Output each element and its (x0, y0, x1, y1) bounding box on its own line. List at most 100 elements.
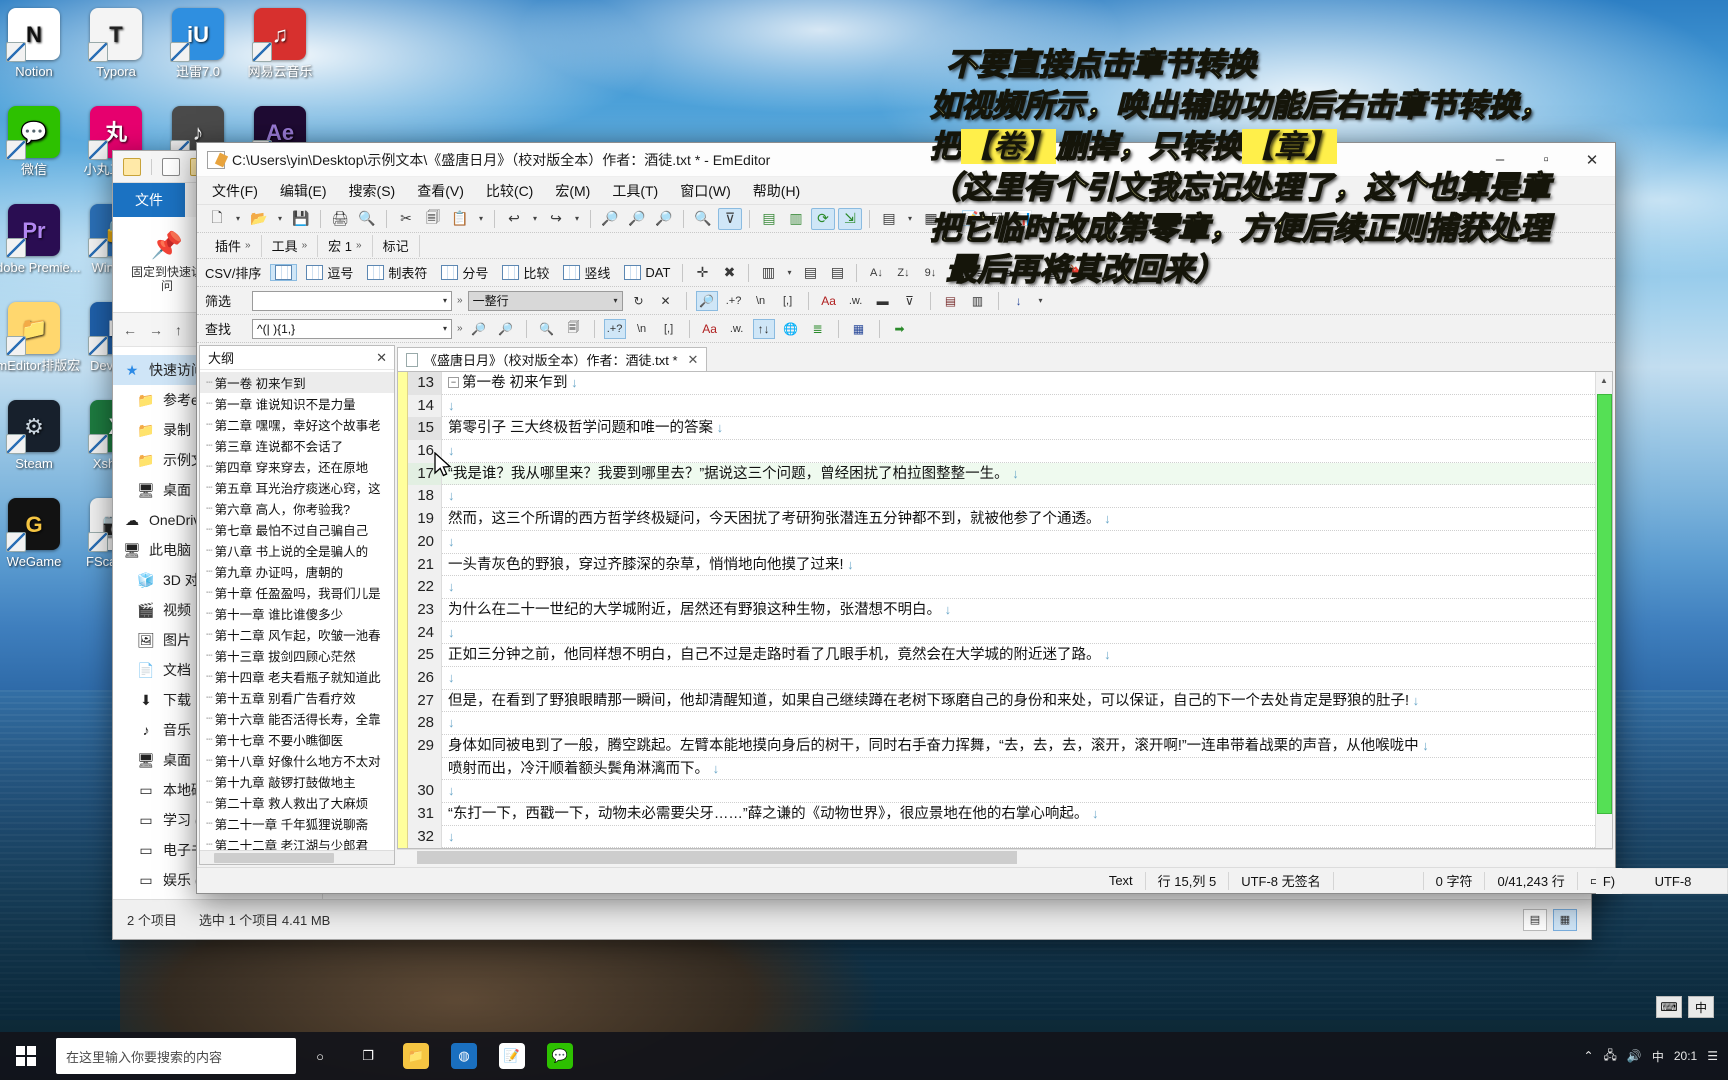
sort-numeric-asc-icon[interactable]: 9↓ (918, 262, 942, 284)
outline-item[interactable]: ┄ 第十三章 拔剑四顾心茫然 (200, 645, 394, 666)
chevron-down-icon[interactable]: ▾ (1035, 290, 1047, 312)
globe-icon[interactable]: 🌐 (780, 319, 802, 339)
csv-pipe-button[interactable]: 竖线 (558, 262, 615, 283)
minus-icon[interactable]: ▬ (872, 291, 894, 311)
emeditor-filter-bar[interactable]: 筛选 ▾ » 一整行 ▾ ↻ ✕ 🔎 .+? \n [,] Aa .w. ▬ ⊽… (197, 287, 1615, 315)
find-next-icon[interactable]: 🔎 (495, 319, 517, 339)
outline-item[interactable]: ┄ 第八章 书上说的全是骗人的 (200, 540, 394, 561)
editor-line[interactable]: 但是，在看到了野狼眼睛那一瞬间，他却清醒知道，如果自己继续蹲在老树下琢磨自己的身… (442, 690, 1595, 713)
emeditor-title-bar[interactable]: C:\Users\yin\Desktop\示例文本\《盛唐日月》（校对版全本）作… (197, 143, 1615, 177)
emeditor-plugin-bar[interactable]: 插件» 工具» 宏 1» 标记 (197, 233, 1615, 259)
ime-keyboard-icon[interactable]: ⌨ (1656, 996, 1682, 1018)
filter-input[interactable]: ▾ (252, 290, 452, 311)
filter-clear-icon[interactable]: ✕ (655, 291, 677, 311)
chevron-down-icon[interactable]: ▾ (783, 262, 795, 284)
editor-line[interactable]: ↓ (442, 395, 1595, 418)
clock[interactable]: 20:1 (1674, 1049, 1697, 1063)
print-preview-icon[interactable]: 🔍 (355, 208, 379, 230)
outline-item[interactable]: ┄ 第十八章 好像什么地方不太对 (200, 750, 394, 771)
toggle-direction-icon[interactable]: ↑↓ (752, 318, 775, 339)
ime-indicator[interactable]: 中 (1652, 1048, 1664, 1065)
markdown-icon[interactable]: 📝 (958, 208, 982, 230)
outline-item[interactable]: ┄ 第二章 嘿嘿，幸好这个故事老 (200, 414, 394, 435)
windows-taskbar[interactable]: 在这里输入你要搜索的内容 ○ ❐ 📁 ◍ 📝 💬 ⌃ 🖧 🔊 中 20:1 ☰ (0, 1032, 1728, 1080)
menu-item-比较C[interactable]: 比较(C) (477, 177, 542, 205)
highlight-icon[interactable]: ▦ (848, 319, 870, 339)
outline-item[interactable]: ┄ 第十五章 别看广告看疗效 (200, 687, 394, 708)
checklist-icon[interactable]: ☑ (985, 208, 1009, 230)
outline-list[interactable]: ┄ 第一卷 初来乍到 ┄ 第一章 谁说知识不是力量 ┄ 第二章 嘿嘿，幸好这个故事老 ┄ 第三… (200, 370, 394, 850)
forward-icon[interactable]: → (149, 322, 163, 338)
desktop-icon-netease-music[interactable]: ♫ 网易云音乐 (232, 8, 328, 79)
status-file-type[interactable]: Text (1097, 871, 1146, 890)
remove-column-icon[interactable]: ▤ (825, 262, 849, 284)
file-explorer-button[interactable]: 📁 (392, 1032, 440, 1080)
cut-icon[interactable]: ✂ (394, 208, 418, 230)
chevron-down-icon[interactable]: ▾ (435, 296, 447, 305)
editor-line[interactable]: 一头青灰色的野狼，穿过齐膝深的杂草，悄悄地向他摸了过来! ↓ (442, 554, 1595, 577)
large-icons-view-button[interactable]: ▦ (1553, 908, 1577, 931)
outline-item[interactable]: ┄ 第十章 任盈盈吗，我哥们儿是 (200, 582, 394, 603)
column-select-icon[interactable]: ▥ (756, 262, 780, 284)
sort-numeric-desc-icon[interactable]: 9↓ (945, 262, 969, 284)
menu-item-文件F[interactable]: 文件(F) (203, 177, 267, 205)
editor-line[interactable]: ↓ (442, 826, 1595, 848)
outline-item[interactable]: ┄ 第五章 耳光治疗痰迷心窍，这 (200, 477, 394, 498)
system-tray[interactable]: ⌃ 🖧 🔊 中 20:1 ☰ (1583, 1046, 1728, 1067)
outline-toggle-icon[interactable]: ▤ (1038, 262, 1062, 284)
overflow-chevron-icon[interactable]: » (302, 240, 308, 251)
scroll-up-arrow-icon[interactable]: ▲ (1596, 372, 1612, 389)
explorer-view-buttons[interactable]: ▤ ▦ (1523, 908, 1577, 931)
chevron-down-icon[interactable]: ▾ (232, 208, 244, 230)
close-icon[interactable]: ✕ (376, 350, 394, 366)
tray-expand-icon[interactable]: ⌃ (1583, 1049, 1593, 1063)
editor-line[interactable]: ↓ (442, 780, 1595, 804)
window-controls[interactable]: – ▫ ✕ (1477, 143, 1615, 177)
chevron-down-icon[interactable]: ▾ (475, 208, 487, 230)
up-icon[interactable]: ↑ (175, 322, 182, 338)
split-view-icon[interactable]: ▤ (877, 208, 901, 230)
new-file-icon[interactable]: 🗋 (205, 208, 229, 230)
overflow-chevron-icon[interactable]: » (457, 295, 463, 306)
editor-line[interactable]: 第零引子 三大终极哲学问题和唯一的答案 ↓ (442, 417, 1595, 441)
outline-item[interactable]: ┄ 第一章 谁说知识不是力量 (200, 393, 394, 414)
new-folder-icon[interactable] (123, 157, 141, 176)
status-caret-position[interactable]: 行 15,列 5 (1146, 871, 1230, 890)
chevron-down-icon[interactable]: ▾ (606, 296, 618, 305)
ime-mode-icon[interactable]: 中 (1688, 996, 1714, 1018)
outline-item[interactable]: ┄ 第二十章 救人救出了大麻烦 (200, 792, 394, 813)
csv-comma-button[interactable]: 逗号 (301, 262, 358, 283)
menu-item-工具T[interactable]: 工具(T) (603, 177, 667, 205)
regex-icon[interactable]: .+? (603, 318, 626, 339)
menu-item-搜索S[interactable]: 搜索(S) (340, 177, 405, 205)
outline-item[interactable]: ┄ 第十六章 能否活得长寿，全靠 (200, 708, 394, 729)
regex-icon[interactable]: .+? (723, 291, 745, 311)
cortana-button[interactable]: ○ (296, 1032, 344, 1080)
menu-item-宏M[interactable]: 宏(M) (546, 177, 599, 205)
editor-line[interactable]: 身体如同被电到了一般，腾空跳起。左臂本能地摸向身后的树干，同时右手奋力挥舞，“去… (442, 735, 1595, 758)
minimize-button[interactable]: – (1477, 143, 1523, 177)
overflow-chevron-icon[interactable]: » (457, 323, 463, 334)
refresh-icon[interactable]: ⟳ (811, 207, 835, 230)
sort-asc-icon[interactable]: A↓ (864, 262, 888, 284)
start-button[interactable] (0, 1032, 52, 1080)
chevron-down-icon[interactable]: ▾ (1039, 208, 1051, 230)
outline-item[interactable]: ┄ 第十二章 风乍起，吹皱一池春 (200, 624, 394, 645)
pin-to-quick-access-button[interactable]: 📌 固定到快速访问 (131, 225, 203, 304)
outline-item[interactable]: ┄ 第三章 连说都不会话了 (200, 435, 394, 456)
bracket-icon[interactable]: [,] (777, 291, 799, 311)
overflow-chevron-icon[interactable]: » (356, 240, 362, 251)
fold-toggle-icon[interactable]: − (448, 377, 459, 388)
volume-icon[interactable]: 🔊 (1627, 1049, 1642, 1063)
document-tab[interactable]: 《盛唐日月》（校对版全本）作者：酒徒.txt * ✕ (397, 347, 708, 371)
editor-vertical-scrollbar[interactable]: ▲ (1595, 372, 1612, 848)
outline-item[interactable]: ┄ 第二十一章 千年狐狸说聊斋 (200, 813, 394, 834)
editor-line[interactable]: 喷射而出，冷汗顺着额头鬓角淋漓而下。 ↓ (442, 758, 1595, 781)
list-view-icon[interactable]: ▤ (940, 291, 962, 311)
menu-item-查看V[interactable]: 查看(V) (408, 177, 473, 205)
save-file-icon[interactable]: 💾 (289, 208, 313, 230)
whole-word-icon[interactable]: .w. (726, 319, 748, 339)
editor-line[interactable]: ↓ (442, 667, 1595, 690)
outline-item[interactable]: ┄ 第六章 高人，你考验我? (200, 498, 394, 519)
taskbar-search-box[interactable]: 在这里输入你要搜索的内容 (56, 1038, 296, 1074)
